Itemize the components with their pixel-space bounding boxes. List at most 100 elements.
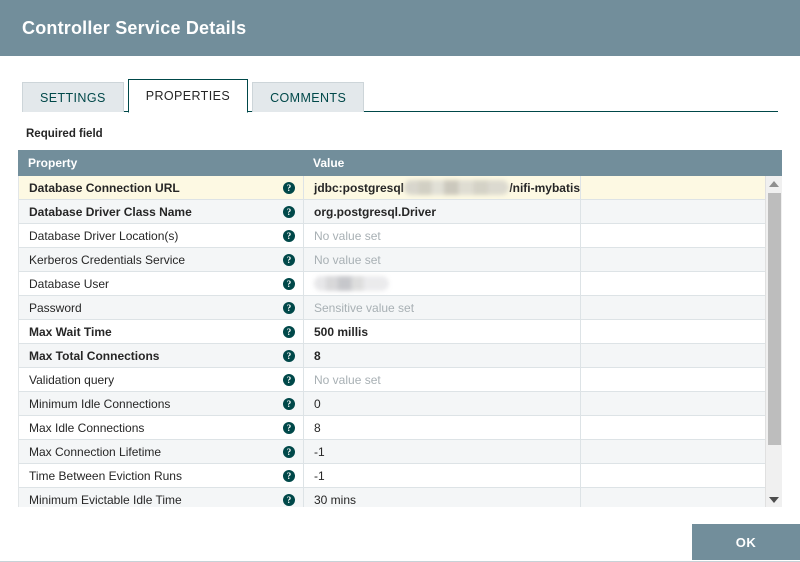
property-value-cell[interactable]: No value set: [304, 248, 581, 271]
property-name: Database Driver Location(s): [29, 228, 179, 243]
property-value: -1: [314, 468, 325, 483]
row-tail-cell: [581, 176, 782, 199]
property-name: Minimum Idle Connections: [29, 396, 171, 411]
column-header-property: Property: [28, 156, 78, 170]
property-value-prefix: jdbc:postgresql: [314, 180, 405, 195]
help-icon[interactable]: ?: [283, 469, 295, 482]
table-row[interactable]: Max Connection Lifetime? -1: [19, 440, 782, 464]
row-tail-cell: [581, 464, 782, 487]
property-value-cell[interactable]: Sensitive value set: [304, 296, 581, 319]
property-value-cell[interactable]: 500 millis: [304, 320, 581, 343]
property-name-cell: Database Driver Location(s)?: [19, 224, 304, 247]
row-tail-cell: [581, 272, 782, 295]
table-row[interactable]: Database Driver Location(s)? No value set: [19, 224, 782, 248]
property-value-cell[interactable]: No value set: [304, 368, 581, 391]
row-tail-cell: [581, 224, 782, 247]
tab-comments[interactable]: COMMENTS: [252, 82, 365, 112]
tab-strip: SETTINGS PROPERTIES COMMENTS: [22, 75, 800, 113]
property-name-cell: Database User?: [19, 272, 304, 295]
table-row[interactable]: Time Between Eviction Runs? -1: [19, 464, 782, 488]
row-tail-cell: [581, 248, 782, 271]
table-row[interactable]: Max Wait Time? 500 millis: [19, 320, 782, 344]
help-icon[interactable]: ?: [283, 301, 295, 314]
property-value: -1: [314, 444, 325, 459]
help-icon[interactable]: ?: [283, 493, 295, 506]
help-icon[interactable]: ?: [283, 253, 295, 266]
table-row[interactable]: Validation query? No value set: [19, 368, 782, 392]
page-title: Controller Service Details: [22, 17, 247, 38]
property-value-cell[interactable]: 0: [304, 392, 581, 415]
property-value: No value set: [314, 228, 381, 243]
help-icon[interactable]: ?: [283, 349, 295, 362]
row-tail-cell: [581, 200, 782, 223]
table-scrollbar[interactable]: [765, 176, 782, 507]
property-name: Minimum Evictable Idle Time: [29, 492, 182, 507]
row-tail-cell: [581, 344, 782, 367]
property-name-cell: Max Connection Lifetime?: [19, 440, 304, 463]
table-row[interactable]: Database Connection URL? jdbc:postgresql /…: [19, 176, 782, 200]
property-name-cell: Minimum Idle Connections?: [19, 392, 304, 415]
redacted-value: [404, 180, 510, 195]
property-name-cell: Max Total Connections?: [19, 344, 304, 367]
table-row[interactable]: Database User?: [19, 272, 782, 296]
property-value-cell[interactable]: [304, 272, 581, 295]
tab-list: SETTINGS PROPERTIES COMMENTS: [22, 75, 778, 113]
property-value-cell[interactable]: 8: [304, 416, 581, 439]
property-value: No value set: [314, 252, 381, 267]
property-name-cell: Kerberos Credentials Service?: [19, 248, 304, 271]
table-row[interactable]: Kerberos Credentials Service? No value se…: [19, 248, 782, 272]
property-name: Database Connection URL: [29, 180, 180, 195]
tab-settings[interactable]: SETTINGS: [22, 82, 124, 112]
help-icon[interactable]: ?: [283, 373, 295, 386]
property-value-cell[interactable]: -1: [304, 440, 581, 463]
scroll-down-icon[interactable]: [766, 492, 782, 507]
property-value: 0: [314, 396, 321, 411]
help-icon[interactable]: ?: [283, 445, 295, 458]
property-name-cell: Database Driver Class Name?: [19, 200, 304, 223]
property-value-cell[interactable]: jdbc:postgresql/nifi-mybatis: [304, 176, 581, 199]
table-body: Database Connection URL? jdbc:postgresql /…: [18, 176, 782, 507]
property-value-cell[interactable]: org.postgresql.Driver: [304, 200, 581, 223]
property-name: Validation query: [29, 372, 115, 387]
table-row[interactable]: Max Idle Connections? 8: [19, 416, 782, 440]
property-name-cell: Max Wait Time?: [19, 320, 304, 343]
property-name-cell: Minimum Evictable Idle Time?: [19, 488, 304, 507]
property-value-cell[interactable]: -1: [304, 464, 581, 487]
property-name: Max Connection Lifetime: [29, 444, 162, 459]
help-icon[interactable]: ?: [283, 397, 295, 410]
property-value-cell[interactable]: 8: [304, 344, 581, 367]
help-icon[interactable]: ?: [283, 229, 295, 242]
row-tail-cell: [581, 416, 782, 439]
scroll-up-icon[interactable]: [766, 176, 782, 191]
property-name-cell: Password?: [19, 296, 304, 319]
help-icon[interactable]: ?: [283, 277, 295, 290]
table-row[interactable]: Minimum Evictable Idle Time? 30 mins: [19, 488, 782, 507]
property-value: 8: [314, 420, 321, 435]
table-row[interactable]: Minimum Idle Connections? 0: [19, 392, 782, 416]
controller-service-details-dialog: Controller Service Details SETTINGS PROP…: [0, 0, 800, 562]
property-name-cell: Database Connection URL?: [19, 176, 304, 199]
table-row[interactable]: Max Total Connections? 8: [19, 344, 782, 368]
table-header-row: Property Value: [18, 150, 782, 176]
redacted-value: [314, 276, 389, 291]
property-name: Max Idle Connections: [29, 420, 145, 435]
help-icon[interactable]: ?: [283, 205, 295, 218]
help-icon[interactable]: ?: [283, 181, 295, 194]
property-name: Max Total Connections: [29, 348, 160, 363]
table-row[interactable]: Password? Sensitive value set: [19, 296, 782, 320]
help-icon[interactable]: ?: [283, 421, 295, 434]
row-tail-cell: [581, 320, 782, 343]
dialog-footer: OK: [0, 524, 800, 560]
property-value-cell[interactable]: No value set: [304, 224, 581, 247]
ok-button[interactable]: OK: [692, 524, 800, 560]
property-value: org.postgresql.Driver: [314, 204, 437, 219]
help-icon[interactable]: ?: [283, 325, 295, 338]
tab-properties[interactable]: PROPERTIES: [127, 79, 249, 113]
table-row[interactable]: Database Driver Class Name? org.postgresq…: [19, 200, 782, 224]
property-name: Password: [29, 300, 82, 315]
property-value-suffix: /nifi-mybatis: [509, 180, 580, 195]
property-name-cell: Time Between Eviction Runs?: [19, 464, 304, 487]
property-value-cell[interactable]: 30 mins: [304, 488, 581, 507]
scrollbar-thumb[interactable]: [768, 193, 781, 445]
column-header-value: Value: [313, 156, 345, 170]
